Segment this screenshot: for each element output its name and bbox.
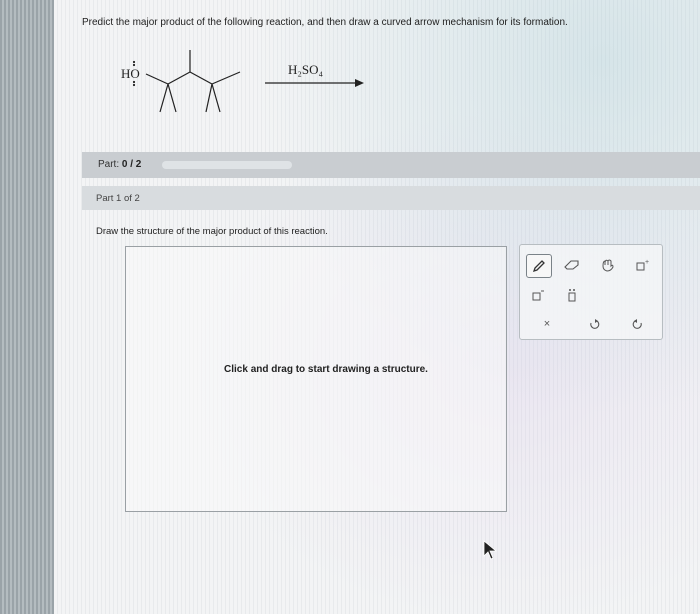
pencil-tool[interactable] xyxy=(526,254,552,278)
undo-tool[interactable] xyxy=(582,313,606,335)
drawing-toolbox: + × xyxy=(519,244,663,340)
lone-pair-icon xyxy=(568,289,576,302)
part-progress-count: 0 / 2 xyxy=(121,159,142,170)
redo-tool[interactable] xyxy=(626,313,650,335)
instruction-text: Draw the structure of the major product … xyxy=(96,226,328,237)
reaction-arrow xyxy=(265,79,364,87)
carbon-skeleton xyxy=(145,50,241,113)
lone-pair-dots-bottom xyxy=(132,80,136,87)
hydroxyl-label: HO xyxy=(121,66,140,81)
mouse-cursor-icon xyxy=(483,540,497,560)
left-edge-strip xyxy=(0,0,54,614)
subpart-label: Part 1 of 2 xyxy=(96,193,140,204)
charge-minus-icon xyxy=(532,290,544,301)
pencil-icon xyxy=(532,260,545,273)
charge-plus-tool[interactable]: + xyxy=(630,254,654,276)
reactant-structure: HO xyxy=(121,50,364,113)
canvas-placeholder: Click and drag to start drawing a struct… xyxy=(224,364,428,375)
undo-icon xyxy=(590,319,600,329)
charge-minus-tool[interactable] xyxy=(526,284,550,306)
charge-plus-icon: + xyxy=(636,259,649,271)
reagent-label: H₂SO₄ xyxy=(288,62,324,77)
close-icon: × xyxy=(543,318,551,330)
progress-track xyxy=(162,161,292,169)
lone-pair-dots-top xyxy=(132,60,136,67)
lone-pair-tool[interactable] xyxy=(560,284,584,306)
hand-icon xyxy=(602,259,614,272)
part-label: Part: 0 / 2 xyxy=(98,159,142,170)
eraser-tool[interactable] xyxy=(560,254,584,276)
redo-icon xyxy=(632,319,642,329)
subpart-header: Part 1 of 2 xyxy=(82,186,700,210)
eraser-icon xyxy=(564,260,579,270)
drawing-canvas[interactable]: Click and drag to start drawing a struct… xyxy=(125,246,507,512)
clear-tool[interactable]: × xyxy=(535,313,559,335)
part-progress-bar: Part: 0 / 2 xyxy=(82,152,700,178)
question-text: Predict the major product of the followi… xyxy=(82,17,568,28)
hand-tool[interactable] xyxy=(596,254,620,276)
svg-text:+: + xyxy=(645,259,649,266)
